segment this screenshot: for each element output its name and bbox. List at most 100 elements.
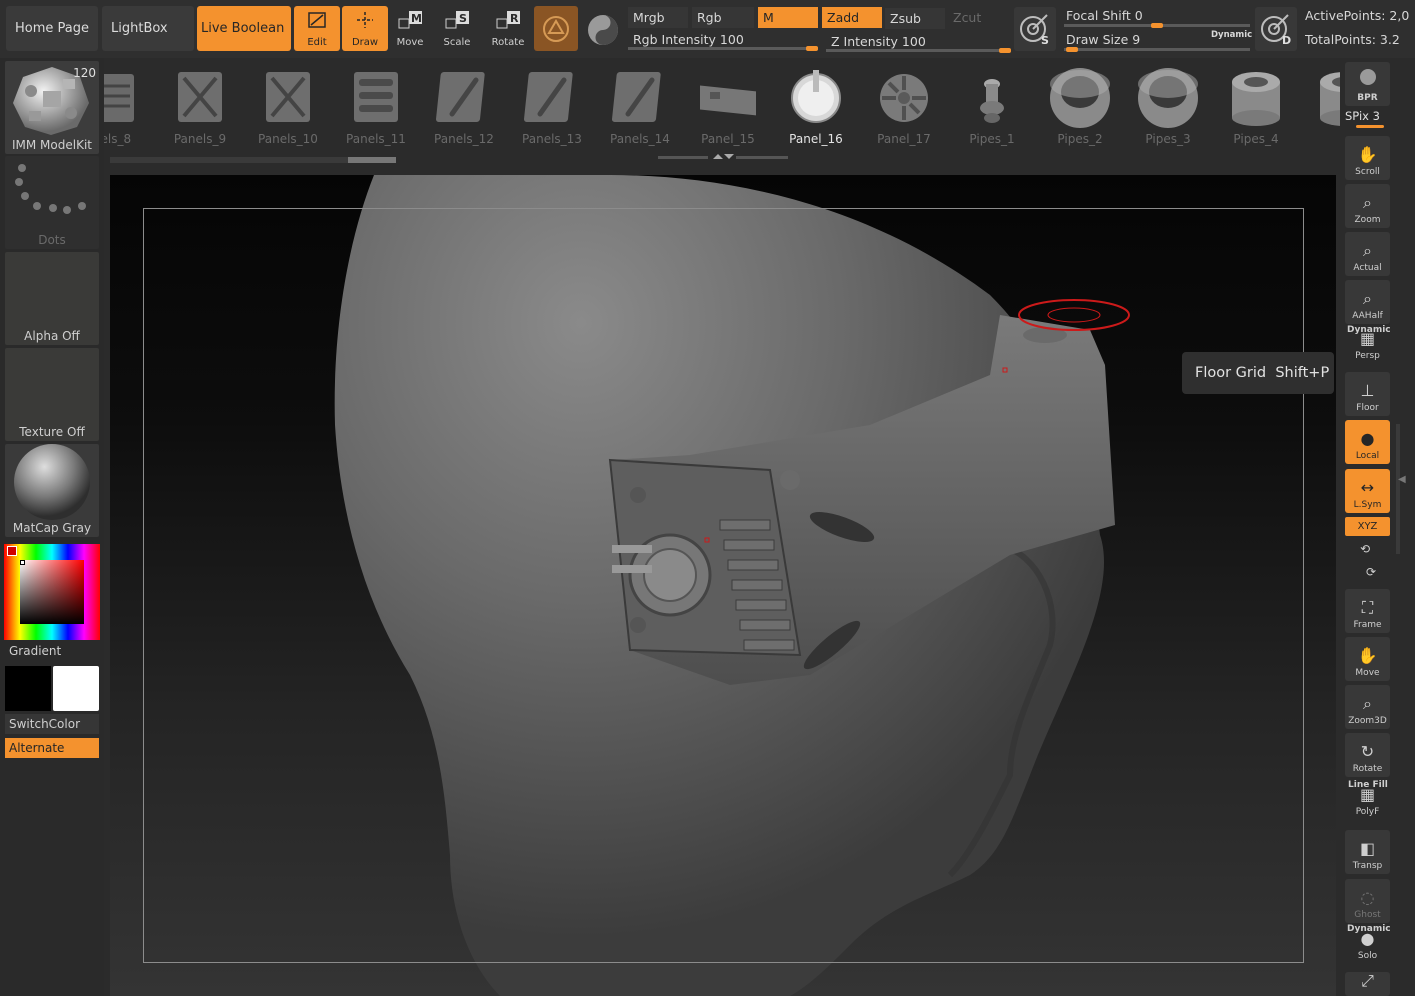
left-panel: 120 IMM ModelKit Dots Alpha Off Texture … [0, 58, 104, 996]
draw-button[interactable]: Draw [342, 6, 388, 51]
polyf-label: PolyF [1355, 807, 1380, 817]
zcut-button[interactable]: Zcut [948, 7, 1008, 28]
draw-icon-button[interactable]: D [1255, 7, 1297, 51]
shelf-item[interactable]: Panel_16 [774, 62, 858, 148]
color-saturation-box[interactable] [20, 560, 84, 624]
alternate-button[interactable]: Alternate [5, 738, 99, 758]
right-panel-scrollbar[interactable] [1396, 424, 1400, 554]
zadd-button[interactable]: Zadd [822, 7, 882, 28]
home-page-button[interactable]: Home Page [6, 6, 98, 51]
frame-label: Frame [1353, 620, 1382, 630]
color-marker[interactable] [20, 560, 25, 565]
panel-x-icon [178, 72, 222, 122]
shelf-item[interactable]: Panels_13 [510, 62, 594, 148]
frame-button[interactable]: ⛶ Frame [1345, 589, 1390, 633]
shelf-item-label: Panels_10 [258, 132, 318, 146]
move-button[interactable]: M Move [387, 6, 433, 51]
local-button[interactable]: ● Local [1345, 420, 1390, 464]
move-label: Move [396, 37, 424, 48]
rotate-y-icon[interactable]: ⟲ [1360, 542, 1370, 556]
collapse-arrow-icon[interactable]: ◀ [1398, 474, 1406, 485]
shelf-item[interactable]: Panels_11 [334, 62, 418, 148]
spix-slider[interactable]: SPix 3 [1345, 109, 1380, 123]
z-intensity-knob[interactable] [999, 48, 1011, 53]
polyf-button[interactable]: ▦ PolyF [1345, 786, 1390, 820]
hue-marker[interactable] [7, 546, 17, 556]
rotate-icon: R [495, 10, 521, 35]
shelf-item[interactable]: Panel_15 [686, 62, 770, 148]
canvas-viewport[interactable] [110, 175, 1336, 996]
spix-knob[interactable] [1356, 125, 1384, 128]
shelf-item-label: Pipes_2 [1057, 132, 1103, 146]
sculptris-icon [543, 15, 569, 42]
texture-selector[interactable]: Texture Off [5, 348, 99, 441]
aahalf-label: AAHalf [1352, 311, 1383, 321]
gradient-label[interactable]: Gradient [9, 644, 61, 658]
floor-button[interactable]: ⊥ Floor [1345, 372, 1390, 416]
zsub-button[interactable]: Zsub [885, 8, 945, 29]
zoom3d-button[interactable]: ⌕ Zoom3D [1345, 685, 1390, 729]
xpose-button[interactable] [583, 10, 623, 50]
shelf-item[interactable]: Pipes_3 [1126, 62, 1210, 148]
shelf-item[interactable]: Panels_14 [598, 62, 682, 148]
bpr-button[interactable]: BPR [1345, 62, 1390, 106]
shelf-scroll-thumb[interactable] [348, 157, 396, 163]
move-view-button[interactable]: ✋ Move [1345, 637, 1390, 681]
scale-button[interactable]: S Scale [434, 6, 480, 51]
move-icon: M [397, 10, 423, 35]
actual-button[interactable]: ⌕ Actual [1345, 232, 1390, 276]
rotate-z-icon[interactable]: ⟳ [1366, 565, 1376, 579]
shelf-item[interactable]: Pipes_1 [950, 62, 1034, 148]
panel-slots-icon [354, 72, 398, 122]
edit-button[interactable]: Edit [294, 6, 340, 51]
lsym-button[interactable]: ↔ L.Sym [1345, 469, 1390, 513]
dynamic-toggle[interactable]: Dynamic [1211, 30, 1252, 40]
switch-color-button[interactable]: SwitchColor [5, 714, 99, 734]
xyz-button[interactable]: XYZ [1345, 517, 1390, 536]
aahalf-button[interactable]: ⌕ AAHalf [1345, 280, 1390, 324]
shelf-item[interactable]: Pipes_4 [1214, 62, 1298, 148]
shelf-item[interactable]: Panels_10 [246, 62, 330, 148]
mrgb-button[interactable]: Mrgb [628, 7, 688, 28]
solo-button[interactable]: ● Solo [1345, 928, 1390, 964]
rotate-hand-icon: ↻ [1360, 742, 1375, 761]
stroke-icon-button[interactable]: S [1014, 7, 1056, 51]
pipe-ring-icon [1050, 68, 1110, 128]
lightbox-button[interactable]: LightBox [102, 6, 194, 51]
shelf-item[interactable]: nels_8 [104, 62, 154, 148]
rgb-button[interactable]: Rgb [692, 7, 754, 28]
m-button[interactable]: M [758, 7, 818, 28]
rotate-button[interactable]: R Rotate [485, 6, 531, 51]
stroke-selector[interactable]: Dots [5, 156, 99, 249]
shelf-item[interactable]: Panels_9 [158, 62, 242, 148]
shelf-item[interactable]: Pi [1302, 62, 1344, 148]
solo-label: Solo [1357, 951, 1378, 961]
scroll-button[interactable]: ✋ Scroll [1345, 136, 1390, 180]
sculptris-mode-button[interactable] [534, 6, 578, 51]
transp-button[interactable]: ◧ Transp [1345, 830, 1390, 874]
focal-shift-knob[interactable] [1151, 23, 1163, 28]
rgb-intensity-knob[interactable] [806, 46, 818, 51]
primary-color-swatch[interactable] [5, 666, 51, 711]
brush-selector[interactable]: 120 IMM ModelKit [5, 61, 99, 154]
ghost-button[interactable]: ◌ Ghost [1345, 879, 1390, 923]
draw-label: Draw [351, 37, 379, 48]
shelf-scrollbar[interactable] [110, 157, 396, 163]
shelf-collapse-handle[interactable] [658, 146, 788, 159]
alpha-selector[interactable]: Alpha Off [5, 252, 99, 345]
color-picker[interactable] [4, 544, 100, 640]
draw-size-slider[interactable]: Draw Size 9 [1061, 29, 1201, 50]
rotate-view-button[interactable]: ↻ Rotate [1345, 733, 1390, 777]
persp-button[interactable]: ▦ Persp [1345, 328, 1390, 364]
shelf-item[interactable]: Pipes_2 [1038, 62, 1122, 148]
draw-size-knob[interactable] [1065, 47, 1078, 52]
shelf-item-label: Panels_9 [173, 132, 227, 146]
material-selector[interactable]: MatCap Gray [5, 444, 99, 537]
svg-text:R: R [510, 12, 519, 25]
secondary-color-swatch[interactable] [53, 666, 99, 711]
live-boolean-button[interactable]: Live Boolean [197, 6, 291, 51]
shelf-item[interactable]: Panel_17 [862, 62, 946, 148]
xpose-view-button[interactable]: ⤢ [1345, 972, 1390, 996]
zoom-button[interactable]: ⌕ Zoom [1345, 184, 1390, 228]
shelf-item[interactable]: Panels_12 [422, 62, 506, 148]
